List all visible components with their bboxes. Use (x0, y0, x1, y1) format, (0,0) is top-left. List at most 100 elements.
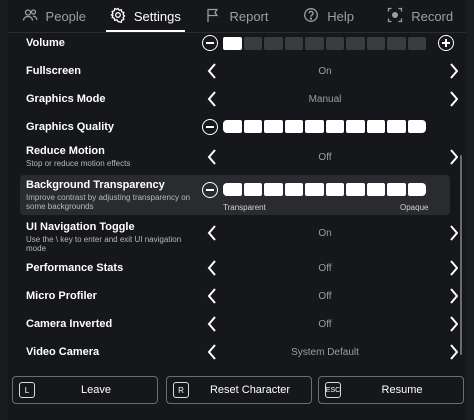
tab-record[interactable]: Record (374, 0, 466, 32)
camera-inverted-prev-button[interactable] (206, 315, 218, 333)
performance-stats-label: Performance Stats (26, 262, 124, 274)
slider-segment[interactable] (325, 120, 344, 133)
slider-segment[interactable] (223, 120, 242, 133)
reduce-motion-label: Reduce Motion (26, 145, 105, 157)
slider-segment[interactable] (264, 120, 283, 133)
setting-ui-navigation-toggle: UI Navigation Toggle Use the \ key to en… (20, 219, 458, 253)
camera-inverted-next-button[interactable] (448, 315, 458, 333)
setting-reduce-motion: Reduce Motion Stop or reduce motion effe… (20, 143, 458, 173)
chevron-left-icon (207, 63, 216, 79)
reduce-motion-next-button[interactable] (448, 148, 458, 166)
slider-segment[interactable] (223, 37, 242, 50)
micro-profiler-next-button[interactable] (448, 287, 458, 305)
background-transparency-slider[interactable] (223, 183, 426, 196)
slider-segment[interactable] (407, 37, 426, 50)
performance-stats-prev-button[interactable] (206, 259, 218, 277)
ui-navigation-toggle-next-button[interactable] (448, 224, 458, 242)
slider-segment[interactable] (407, 120, 426, 133)
camera-inverted-label: Camera Inverted (26, 318, 113, 330)
slider-segment[interactable] (305, 120, 324, 133)
slider-segment[interactable] (387, 183, 406, 196)
slider-segment[interactable] (366, 183, 385, 196)
slider-segment[interactable] (407, 183, 426, 196)
slider-segment[interactable] (284, 120, 303, 133)
resume-button-label: Resume (381, 384, 423, 396)
video-camera-label: Video Camera (26, 346, 100, 358)
slider-segment[interactable] (284, 183, 303, 196)
fullscreen-next-button[interactable] (448, 62, 458, 80)
tab-help[interactable]: Help (283, 0, 375, 32)
background-transparency-decrease-button[interactable] (202, 182, 218, 198)
volume-increase-button[interactable] (438, 35, 454, 51)
slider-segment[interactable] (387, 120, 406, 133)
micro-profiler-prev-button[interactable] (206, 287, 218, 305)
ui-navigation-toggle-label: UI Navigation Toggle (26, 221, 135, 233)
slider-segment[interactable] (346, 183, 365, 196)
graphics-quality-decrease-button[interactable] (202, 119, 218, 135)
slider-segment[interactable] (346, 120, 365, 133)
ui-navigation-toggle-value: On (318, 228, 332, 239)
slider-segment[interactable] (264, 37, 283, 50)
tab-people[interactable]: People (8, 0, 100, 32)
reduce-motion-prev-button[interactable] (206, 148, 218, 166)
tab-help-label: Help (327, 8, 354, 24)
chevron-left-icon (207, 225, 216, 241)
fullscreen-label: Fullscreen (26, 65, 82, 77)
chevron-left-icon (207, 149, 216, 165)
ui-navigation-toggle-prev-button[interactable] (206, 224, 218, 242)
background-transparency-label: Background Transparency (26, 179, 165, 191)
ui-navigation-toggle-description: Use the \ key to enter and exit UI navig… (26, 235, 182, 253)
reset-character-button-label: Reset Character (209, 384, 291, 396)
graphics-quality-slider[interactable] (223, 120, 426, 133)
slider-segment[interactable] (366, 37, 385, 50)
fullscreen-prev-button[interactable] (206, 62, 218, 80)
slider-segment[interactable] (223, 183, 242, 196)
setting-graphics-quality: Graphics Quality (20, 115, 450, 139)
resume-button[interactable]: ESC Resume (318, 376, 464, 404)
tab-report-label: Report (229, 8, 269, 24)
tab-people-label: People (45, 8, 87, 24)
slider-segment[interactable] (243, 183, 262, 196)
chevron-left-icon (207, 316, 216, 332)
micro-profiler-value: Off (318, 291, 332, 302)
chevron-right-icon (450, 344, 458, 360)
reset-key-hint: R (173, 382, 189, 398)
performance-stats-next-button[interactable] (448, 259, 458, 277)
slider-segment[interactable] (366, 120, 385, 133)
reset-character-button[interactable]: R Reset Character (166, 376, 312, 404)
setting-volume: Volume (20, 33, 454, 53)
setting-video-camera: Video Camera System Default (20, 340, 458, 364)
slider-segment[interactable] (325, 183, 344, 196)
people-icon (22, 7, 38, 26)
volume-slider[interactable] (223, 37, 426, 50)
slider-segment[interactable] (325, 37, 344, 50)
chevron-left-icon (207, 260, 216, 276)
volume-decrease-button[interactable] (202, 35, 218, 51)
leave-button[interactable]: L Leave (12, 376, 158, 404)
settings-list: Volume Fullscreen On Graphics Mode Manua… (8, 33, 458, 371)
camera-inverted-value: Off (318, 319, 332, 330)
slider-segment[interactable] (243, 37, 262, 50)
setting-fullscreen: Fullscreen On (20, 59, 458, 83)
settings-panel: People Settings Report Help Record Volum… (8, 0, 466, 420)
chevron-right-icon (450, 288, 458, 304)
graphics-mode-next-button[interactable] (448, 90, 458, 108)
slider-segment[interactable] (346, 37, 365, 50)
chevron-right-icon (450, 260, 458, 276)
slider-segment[interactable] (243, 120, 262, 133)
help-icon (303, 7, 319, 26)
tab-report[interactable]: Report (191, 0, 283, 32)
slider-segment[interactable] (305, 37, 324, 50)
slider-segment[interactable] (387, 37, 406, 50)
video-camera-next-button[interactable] (448, 343, 458, 361)
graphics-mode-value: Manual (308, 94, 342, 105)
slider-segment[interactable] (284, 37, 303, 50)
scrollbar[interactable] (460, 155, 462, 355)
video-camera-prev-button[interactable] (206, 343, 218, 361)
leave-button-label: Leave (81, 384, 111, 396)
micro-profiler-label: Micro Profiler (26, 290, 97, 302)
tab-settings[interactable]: Settings (100, 0, 192, 32)
graphics-mode-prev-button[interactable] (206, 90, 218, 108)
slider-segment[interactable] (305, 183, 324, 196)
slider-segment[interactable] (264, 183, 283, 196)
